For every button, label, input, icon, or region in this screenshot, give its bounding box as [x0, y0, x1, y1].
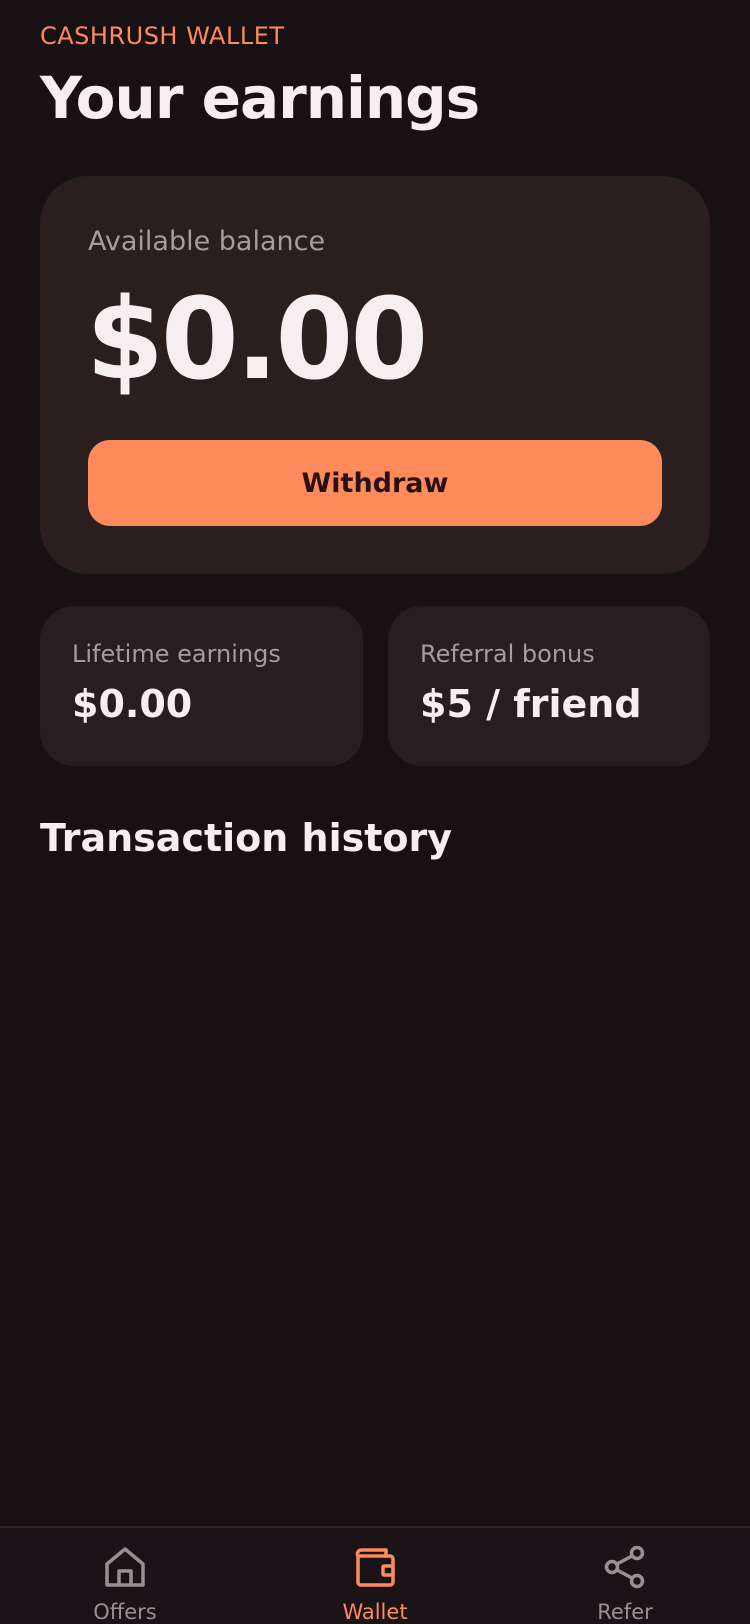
- withdraw-button[interactable]: Withdraw: [88, 440, 662, 526]
- transaction-history-title: Transaction history: [40, 816, 453, 860]
- app-eyebrow: CASHRUSH WALLET: [40, 22, 285, 50]
- referral-bonus-value: $5 / friend: [420, 682, 642, 726]
- balance-card: Available balance $0.00 Withdraw: [40, 176, 710, 574]
- tab-refer-label: Refer: [597, 1600, 653, 1624]
- page-title: Your earnings: [40, 64, 480, 132]
- lifetime-earnings-label: Lifetime earnings: [72, 640, 281, 668]
- balance-amount: $0.00: [86, 275, 428, 405]
- tab-wallet-label: Wallet: [342, 1600, 408, 1624]
- balance-label: Available balance: [88, 226, 326, 257]
- tab-offers[interactable]: Offers: [0, 1528, 250, 1624]
- wallet-screen: CASHRUSH WALLET Your earnings Available …: [0, 0, 750, 1624]
- tab-wallet[interactable]: Wallet: [250, 1528, 500, 1624]
- tab-offers-label: Offers: [93, 1600, 157, 1624]
- bottom-tab-bar: Offers Wallet Refer: [0, 1526, 750, 1624]
- referral-bonus-label: Referral bonus: [420, 640, 595, 668]
- referral-bonus-card: Referral bonus $5 / friend: [388, 606, 710, 766]
- wallet-icon: [355, 1548, 395, 1587]
- lifetime-earnings-card: Lifetime earnings $0.00: [40, 606, 363, 766]
- home-icon: [105, 1547, 145, 1587]
- tab-refer[interactable]: Refer: [500, 1528, 750, 1624]
- lifetime-earnings-value: $0.00: [72, 682, 193, 726]
- share-icon: [604, 1545, 645, 1589]
